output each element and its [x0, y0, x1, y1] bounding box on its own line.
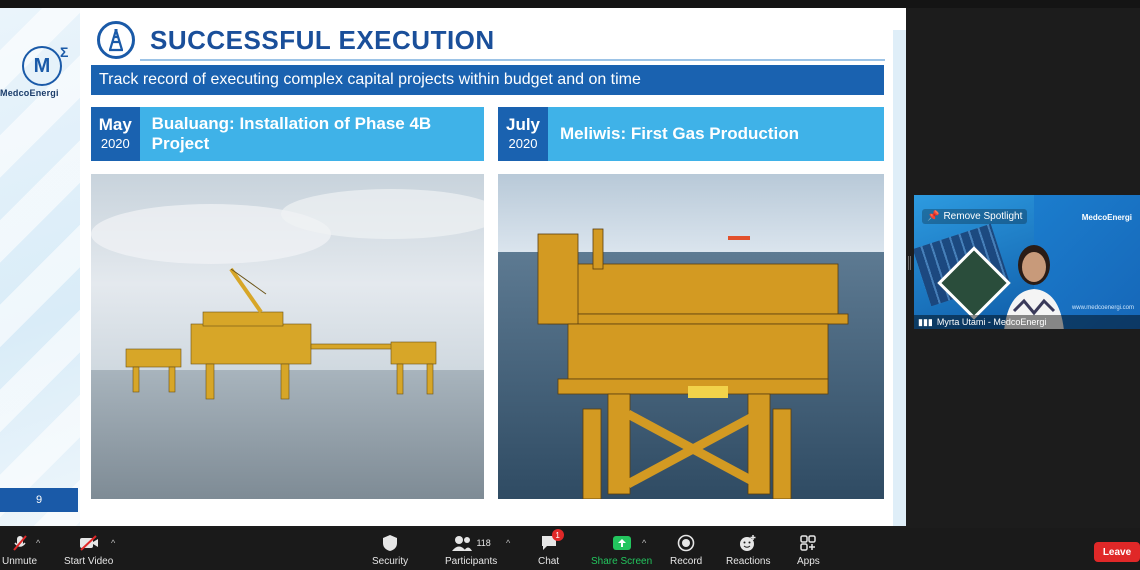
shield-icon [382, 533, 398, 553]
remove-spotlight-label: Remove Spotlight [943, 211, 1023, 222]
unmute-button[interactable]: Unmute [2, 533, 37, 567]
event-bualuang: May 2020 Bualuang: Installation of Phase… [91, 107, 484, 161]
audio-options-caret[interactable]: ^ [36, 538, 40, 548]
reactions-label: Reactions [726, 556, 771, 567]
record-button[interactable]: Record [670, 533, 702, 567]
participant-name: Myrta Utami - MedcoEnergi [936, 317, 1047, 327]
unmute-label: Unmute [2, 556, 38, 567]
chat-button[interactable]: 1 Chat [538, 529, 564, 567]
security-button[interactable]: Security [372, 533, 408, 567]
medco-logo-icon: M [22, 46, 62, 86]
participants-count: 118 [476, 538, 491, 548]
pin-icon: 📌 [927, 211, 940, 222]
signal-icon: ▮▮▮ [918, 316, 933, 327]
slide-title: SUCCESSFUL EXECUTION [150, 25, 495, 55]
tile-website: www.medcoenergi.com [1071, 305, 1134, 311]
start-video-label: Start Video [64, 556, 114, 567]
remove-spotlight-button[interactable]: 📌 Remove Spotlight [922, 209, 1028, 224]
reactions-button[interactable]: Reactions [726, 533, 770, 567]
participant-name-bar: ▮▮▮ Myrta Utami - MedcoEnergi [914, 315, 1140, 329]
start-video-button[interactable]: Start Video [64, 533, 113, 567]
tile-brand: MedcoEnergi [1081, 213, 1132, 222]
event-year: 2020 [100, 136, 130, 151]
title-divider [140, 59, 885, 61]
record-icon [677, 533, 695, 553]
panel-splitter[interactable] [908, 256, 911, 270]
meliwis-platform-photo [498, 174, 884, 499]
event-date: May 2020 [91, 107, 140, 161]
shared-slide: M Σ MedcoEnergi 9 SUCCESSFUL EXECUTION T… [0, 8, 906, 526]
chat-badge: 1 [551, 529, 564, 541]
reactions-icon [739, 533, 757, 553]
participants-button[interactable]: 118 Participants [445, 533, 497, 567]
apps-button[interactable]: Apps [797, 533, 820, 567]
top-strip [0, 0, 1140, 8]
subtitle-text: Track record of executing complex capita… [99, 71, 641, 88]
chat-label: Chat [538, 556, 560, 567]
video-off-icon [78, 533, 100, 553]
sigma-mark: Σ [60, 44, 69, 60]
event-year: 2020 [508, 136, 538, 151]
event-date: July 2020 [498, 107, 548, 161]
event-label: Bualuang: Installation of Phase 4B Proje… [151, 114, 432, 153]
spotlight-video-tile[interactable]: 📌 Remove Spotlight MedcoEnergi www.medco… [914, 195, 1140, 329]
leave-button[interactable]: Leave [1094, 542, 1140, 562]
participants-icon: 118 [451, 533, 491, 553]
event-month: May [98, 115, 132, 134]
subtitle-bar: Track record of executing complex capita… [91, 65, 884, 95]
brand-name: MedcoEnergi [0, 88, 59, 98]
share-options-caret[interactable]: ^ [642, 538, 646, 548]
participants-label: Participants [445, 556, 498, 567]
slide-sidebar: M Σ MedcoEnergi 9 [0, 8, 80, 526]
muted-mic-icon [11, 533, 29, 553]
meeting-toolbar: Unmute ^ Start Video ^ Security 118 Part… [0, 528, 1140, 570]
apps-label: Apps [797, 556, 820, 567]
oil-rig-icon [97, 21, 135, 59]
event-label: Meliwis: First Gas Production [560, 124, 799, 143]
slide-edge [893, 30, 906, 526]
page-number: 9 [0, 488, 78, 512]
event-month: July [505, 115, 541, 134]
participants-options-caret[interactable]: ^ [506, 538, 510, 548]
security-label: Security [372, 556, 409, 567]
chat-icon: 1 [540, 529, 564, 553]
record-label: Record [670, 556, 703, 567]
meeting-stage: M Σ MedcoEnergi 9 SUCCESSFUL EXECUTION T… [0, 0, 1140, 528]
share-screen-label: Share Screen [591, 556, 653, 567]
video-options-caret[interactable]: ^ [111, 538, 115, 548]
bualuang-platform-photo [91, 174, 484, 499]
apps-icon [800, 533, 817, 553]
share-screen-icon [612, 533, 632, 553]
event-meliwis: July 2020 Meliwis: First Gas Production [498, 107, 884, 161]
